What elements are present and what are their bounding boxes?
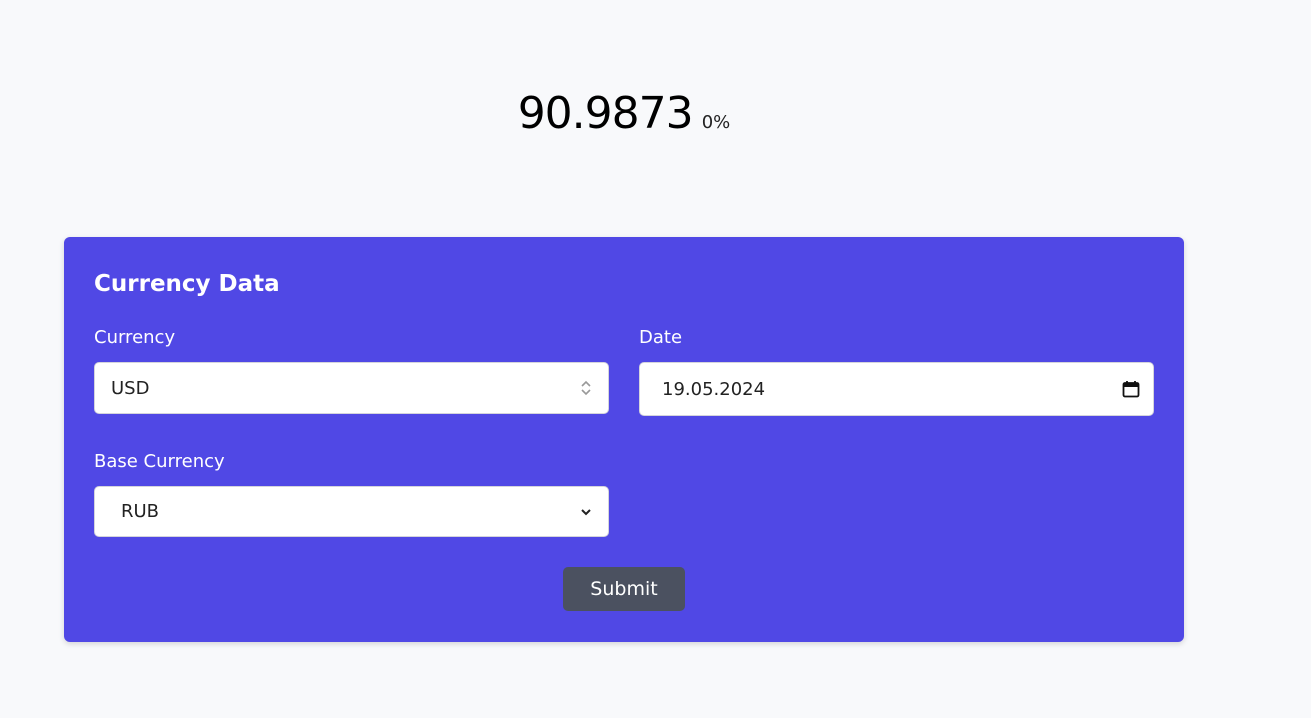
chevron-down-icon: [576, 502, 596, 522]
submit-button[interactable]: Submit: [563, 567, 685, 611]
currency-value: USD: [111, 377, 150, 399]
rate-display: 90.9873 0%: [0, 88, 1248, 139]
date-input[interactable]: 19.05.2024: [639, 362, 1154, 416]
form-title: Currency Data: [94, 271, 280, 297]
date-label: Date: [639, 327, 683, 348]
calendar-icon[interactable]: [1121, 379, 1141, 399]
date-value: 19.05.2024: [662, 378, 766, 400]
rate-change-percent: 0%: [701, 112, 731, 133]
base-currency-value: RUB: [121, 501, 160, 522]
base-currency-label: Base Currency: [94, 451, 225, 472]
stepper-arrows-icon[interactable]: [576, 378, 596, 398]
currency-data-form: Currency Data Currency USD Date 19.05.20…: [64, 237, 1184, 642]
currency-label: Currency: [94, 327, 176, 348]
currency-input[interactable]: USD: [94, 362, 609, 414]
rate-value: 90.9873: [517, 88, 694, 139]
base-currency-select[interactable]: RUB: [94, 486, 609, 537]
